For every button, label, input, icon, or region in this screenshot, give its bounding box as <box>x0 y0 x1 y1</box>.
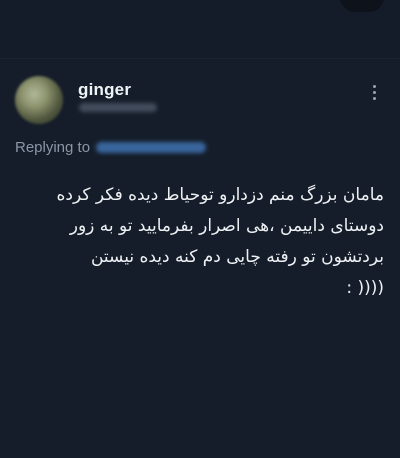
more-vertical-icon[interactable] <box>364 79 384 105</box>
replying-to-mention-redacted[interactable] <box>96 141 207 153</box>
tweet-text-line: مامان بزرگ منم دزدارو توحیاط دیده فکر کر… <box>56 185 385 205</box>
replying-to-row: Replying to <box>15 137 207 157</box>
tweet-text: مامان بزرگ منم دزدارو توحیاط دیده فکر کر… <box>24 180 385 304</box>
more-dot <box>372 90 376 94</box>
display-name[interactable]: ginger <box>78 80 131 100</box>
tweet-text-line: (((( : <box>346 278 384 298</box>
top-overflow-button[interactable] <box>340 0 384 12</box>
more-dot <box>372 84 376 88</box>
tweet-text-line: دوستای داییمن ،هی اصرار بفرمایید تو به ز… <box>69 216 384 236</box>
replying-to-label: Replying to <box>15 138 91 156</box>
tweet-text-line: بردتشون تو رفته چایی دم کنه دیده نیستن <box>90 247 384 267</box>
reply-tweet: ginger Replying to مامان بزرگ منم دزدارو… <box>0 58 400 458</box>
more-dot <box>372 96 376 100</box>
username-handle-redacted[interactable] <box>79 103 157 112</box>
avatar[interactable] <box>15 76 63 124</box>
